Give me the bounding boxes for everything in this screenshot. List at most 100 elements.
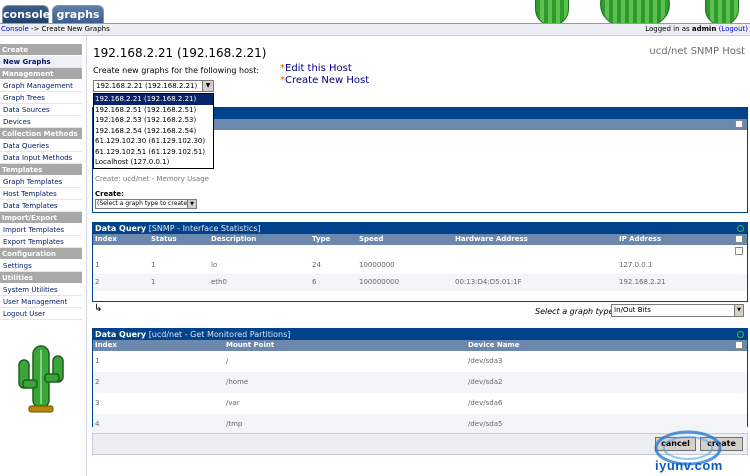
- column-header: Index: [95, 235, 117, 243]
- column-header: Type: [312, 235, 331, 243]
- table-row[interactable]: 3 /var /dev/sda6: [93, 393, 747, 414]
- sidebar-item-graph-trees[interactable]: Graph Trees: [0, 92, 82, 104]
- cactus-arm-icon: [705, 0, 739, 23]
- table-cell: /dev/sda5: [468, 420, 503, 428]
- table-cell: /tmp: [226, 420, 243, 428]
- graph-type-label: Select a graph type:: [535, 307, 617, 316]
- spacer-row: [93, 245, 747, 257]
- sidebar-item-export-templates[interactable]: Export Templates: [0, 236, 82, 248]
- host-option[interactable]: 61.129.102.51 (61.129.102.51): [94, 147, 213, 158]
- sidebar-item-data-templates[interactable]: Data Templates: [0, 200, 82, 212]
- watermark-text: iyunv.com: [655, 458, 723, 473]
- table-cell: /dev/sda3: [468, 357, 503, 365]
- breadcrumb-console-link[interactable]: Console: [1, 25, 29, 33]
- host-option[interactable]: 61.129.102.30 (61.129.102.30): [94, 136, 213, 147]
- cancel-button[interactable]: cancel: [655, 437, 696, 451]
- column-header: IP Address: [619, 235, 662, 243]
- select-all-checkbox[interactable]: [735, 120, 743, 128]
- partitions-query-panel: Data Query [ucd/net - Get Monitored Part…: [92, 328, 748, 435]
- logout-link[interactable]: (Logout): [719, 25, 748, 33]
- reload-circle-icon[interactable]: [737, 225, 744, 232]
- host-option[interactable]: Localhost (127.0.0.1): [94, 157, 213, 168]
- table-cell: /dev/sda6: [468, 399, 503, 407]
- chevron-down-icon[interactable]: ▼: [187, 200, 196, 208]
- sidebar: Create New Graphs Management Graph Manag…: [0, 44, 82, 476]
- table-cell: 192.168.2.21: [619, 278, 666, 286]
- breadcrumb-separator: ->: [28, 25, 42, 33]
- panel-subtitle: [SNMP - Interface Statistics]: [148, 224, 261, 233]
- edit-host-link[interactable]: *Edit this Host: [280, 63, 352, 74]
- table-cell: 6: [312, 278, 317, 286]
- sidebar-item-host-templates[interactable]: Host Templates: [0, 188, 82, 200]
- host-option[interactable]: 192.168.2.51 (192.168.2.51): [94, 105, 213, 116]
- column-header-row: Index Mount Point Device Name: [93, 340, 747, 351]
- table-cell: 1: [95, 357, 100, 365]
- sidebar-item-logout-user[interactable]: Logout User: [0, 308, 82, 320]
- sidebar-item-system-utilities[interactable]: System Utilities: [0, 284, 82, 296]
- sidebar-item-data-queries[interactable]: Data Queries: [0, 140, 82, 152]
- create-select-value: (Select a graph type to create): [97, 200, 190, 207]
- sidebar-item-settings[interactable]: Settings: [0, 260, 82, 272]
- sidebar-header-collection-methods: Collection Methods: [0, 128, 82, 140]
- sidebar-header-templates: Templates: [0, 164, 82, 176]
- host-option[interactable]: 192.168.2.53 (192.168.2.53): [94, 115, 213, 126]
- column-header: Status: [151, 235, 177, 243]
- tab-console[interactable]: console: [2, 5, 50, 23]
- cactus-banner: [505, 0, 750, 23]
- panel-title: Data Query: [95, 330, 147, 339]
- host-option[interactable]: 192.168.2.54 (192.168.2.54): [94, 126, 213, 137]
- graph-template-row: Create: ucd/net - Memory Usage: [95, 175, 209, 183]
- row-checkbox[interactable]: [735, 247, 743, 255]
- sidebar-item-new-graphs[interactable]: New Graphs: [0, 56, 82, 68]
- create-host-link[interactable]: *Create New Host: [280, 75, 369, 86]
- sidebar-item-devices[interactable]: Devices: [0, 116, 82, 128]
- table-cell: lo: [211, 261, 218, 269]
- table-row[interactable]: 1 / /dev/sda3: [93, 351, 747, 372]
- select-all-checkbox[interactable]: [735, 341, 743, 349]
- breadcrumb-bar: Console -> Create New Graphs Logged in a…: [0, 23, 750, 36]
- graph-type-create-select[interactable]: (Select a graph type to create) ▼: [95, 199, 197, 209]
- host-option[interactable]: 192.168.2.21 (192.168.2.21): [94, 94, 213, 105]
- column-header: Index: [95, 341, 117, 349]
- table-cell: 00:13:D4:D5:01:1F: [455, 278, 522, 286]
- table-row[interactable]: 4 /tmp /dev/sda5: [93, 414, 747, 435]
- tab-graphs[interactable]: graphs: [52, 5, 104, 23]
- table-row[interactable]: 1 1 lo 24 10000000 127.0.0.1: [93, 257, 747, 274]
- sidebar-header-import-export: Import/Export: [0, 212, 82, 224]
- graph-type-select[interactable]: In/Out Bits ▼: [611, 304, 744, 317]
- create-host-label: Create New Host: [285, 75, 370, 86]
- login-status: Logged in as admin (Logout): [645, 24, 748, 35]
- cactus-arm-icon: [535, 0, 569, 23]
- table-cell: 24: [312, 261, 321, 269]
- reload-circle-icon[interactable]: [737, 331, 744, 338]
- chevron-down-icon[interactable]: ▼: [202, 81, 213, 91]
- select-all-checkbox[interactable]: [735, 235, 743, 243]
- form-footer: [92, 433, 748, 455]
- table-cell: 3: [95, 399, 100, 407]
- sidebar-item-graph-templates[interactable]: Graph Templates: [0, 176, 82, 188]
- create-button[interactable]: create: [700, 437, 743, 451]
- sidebar-item-graph-management[interactable]: Graph Management: [0, 80, 82, 92]
- sidebar-item-user-management[interactable]: User Management: [0, 296, 82, 308]
- table-row[interactable]: 2 /home /dev/sda2: [93, 372, 747, 393]
- column-header: Mount Point: [226, 341, 275, 349]
- column-header: Hardware Address: [455, 235, 528, 243]
- login-prefix: Logged in as: [645, 25, 692, 33]
- table-row[interactable]: 2 1 eth0 6 100000000 00:13:D4:D5:01:1F 1…: [93, 274, 747, 291]
- host-dropdown-list: 192.168.2.21 (192.168.2.21) 192.168.2.51…: [93, 93, 214, 169]
- host-select[interactable]: 192.168.2.21 (192.168.2.21) ▼: [93, 80, 214, 92]
- chevron-down-icon[interactable]: ▼: [734, 305, 743, 316]
- host-prompt-label: Create new graphs for the following host…: [93, 66, 260, 75]
- column-header: Device Name: [468, 341, 520, 349]
- column-header-row: Index Status Description Type Speed Hard…: [93, 234, 747, 245]
- table-cell: /var: [226, 399, 240, 407]
- sidebar-item-data-sources[interactable]: Data Sources: [0, 104, 82, 116]
- column-header: Description: [211, 235, 257, 243]
- sidebar-item-import-templates[interactable]: Import Templates: [0, 224, 82, 236]
- sidebar-item-data-input-methods[interactable]: Data Input Methods: [0, 152, 82, 164]
- edit-host-label: Edit this Host: [285, 63, 352, 74]
- create-label: Create:: [95, 190, 124, 198]
- table-cell: /dev/sda2: [468, 378, 503, 386]
- table-cell: eth0: [211, 278, 227, 286]
- host-select-value: 192.168.2.21 (192.168.2.21): [96, 82, 198, 90]
